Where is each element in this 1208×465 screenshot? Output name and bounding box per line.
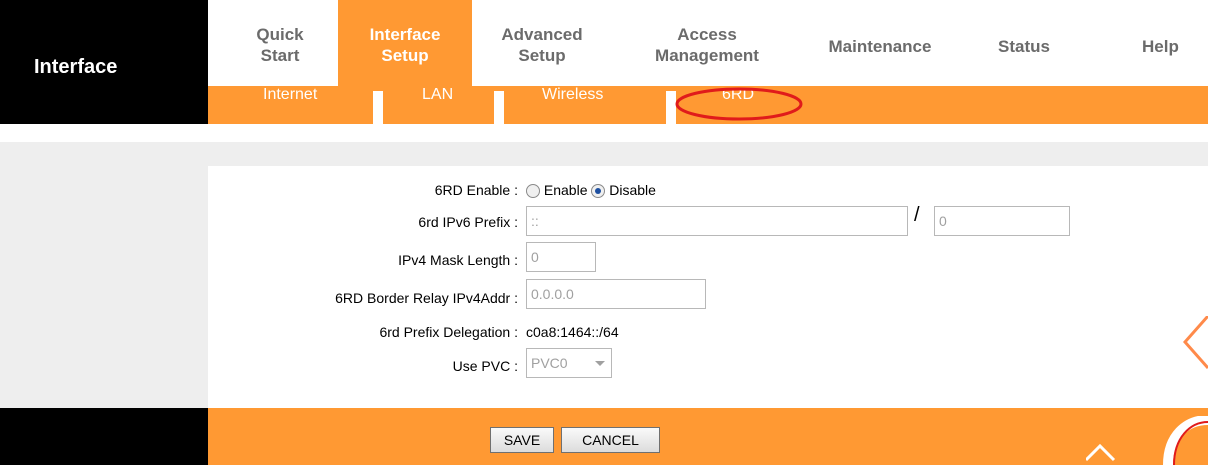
enable-options: Enable Disable	[526, 182, 656, 198]
submenu-lan[interactable]: LAN	[422, 86, 453, 124]
relay-address-input[interactable]: 0.0.0.0	[526, 279, 706, 309]
menu-label: Quick	[256, 25, 304, 44]
delegation-label: 6rd Prefix Delegation :	[379, 324, 518, 340]
relay-label: 6RD Border Relay IPv4Addr :	[335, 290, 518, 306]
decorative-swirl-icon	[1086, 416, 1208, 465]
pvc-row: Use PVC :	[208, 352, 1208, 380]
menu-label: Help	[1142, 37, 1179, 56]
highlight-ellipse	[675, 87, 803, 121]
menu-interface-setup[interactable]: Interface Setup	[338, 0, 472, 86]
submenu-divider	[494, 91, 504, 124]
chevron-down-icon	[595, 361, 605, 366]
menu-label: Status	[998, 37, 1050, 56]
menu-label: Start	[260, 46, 300, 65]
prefix-input[interactable]: ::	[526, 206, 908, 236]
settings-form: 6RD Enable : Enable Disable 6rd IPv6 Pre…	[208, 166, 1208, 408]
radio-enable-label: Enable	[543, 182, 588, 198]
submenu-wireless[interactable]: Wireless	[542, 86, 603, 124]
pvc-label: Use PVC :	[452, 358, 518, 374]
prefix-length-input[interactable]: 0	[934, 206, 1070, 236]
menu-advanced-setup[interactable]: Advanced Setup	[472, 0, 612, 86]
pvc-select[interactable]: PVC0	[526, 348, 612, 378]
menu-label: Setup	[518, 46, 566, 65]
footer-left	[0, 408, 208, 465]
enable-label: 6RD Enable :	[434, 182, 518, 198]
mask-label: IPv4 Mask Length :	[398, 252, 518, 268]
prefix-label: 6rd IPv6 Prefix :	[418, 214, 518, 230]
radio-enable[interactable]	[526, 184, 540, 198]
submenu-internet[interactable]: Internet	[263, 86, 317, 124]
pvc-select-value: PVC0	[531, 355, 568, 371]
menu-label: Access	[677, 25, 737, 44]
mask-row: IPv4 Mask Length :	[208, 246, 1208, 274]
radio-disable-label: Disable	[609, 182, 656, 198]
menu-maintenance[interactable]: Maintenance	[800, 0, 960, 86]
mask-length-input[interactable]: 0	[526, 242, 596, 272]
menu-quick-start[interactable]: Quick Start	[232, 0, 328, 86]
menu-label: Advanced	[501, 25, 583, 44]
submenu-divider	[373, 91, 383, 124]
radio-disable[interactable]	[591, 184, 606, 198]
relay-row: 6RD Border Relay IPv4Addr :	[208, 284, 1208, 312]
enable-row: 6RD Enable : Enable Disable	[208, 176, 1208, 204]
decorative-diamond-icon	[1183, 316, 1208, 369]
menu-access-management[interactable]: Access Management	[632, 0, 782, 86]
prefix-slash: /	[914, 204, 920, 226]
spacer	[0, 124, 1208, 142]
footer-bar	[208, 408, 1208, 465]
menu-label: Management	[655, 46, 759, 65]
main-menu: Quick Start Interface Setup Advanced Set…	[208, 0, 1208, 86]
menu-status[interactable]: Status	[980, 0, 1068, 86]
menu-label: Maintenance	[828, 37, 932, 56]
section-title: Interface	[34, 56, 118, 78]
menu-help[interactable]: Help	[1142, 0, 1208, 86]
delegation-value: c0a8:1464::/64	[526, 324, 619, 340]
left-panel	[0, 166, 208, 408]
content-header-band	[0, 142, 1208, 166]
menu-label: Interface	[369, 25, 441, 44]
save-button[interactable]: SAVE	[490, 427, 554, 453]
cancel-button[interactable]: CANCEL	[561, 427, 660, 453]
delegation-row: 6rd Prefix Delegation : c0a8:1464::/64	[208, 318, 1208, 346]
menu-label: Setup	[381, 46, 429, 65]
